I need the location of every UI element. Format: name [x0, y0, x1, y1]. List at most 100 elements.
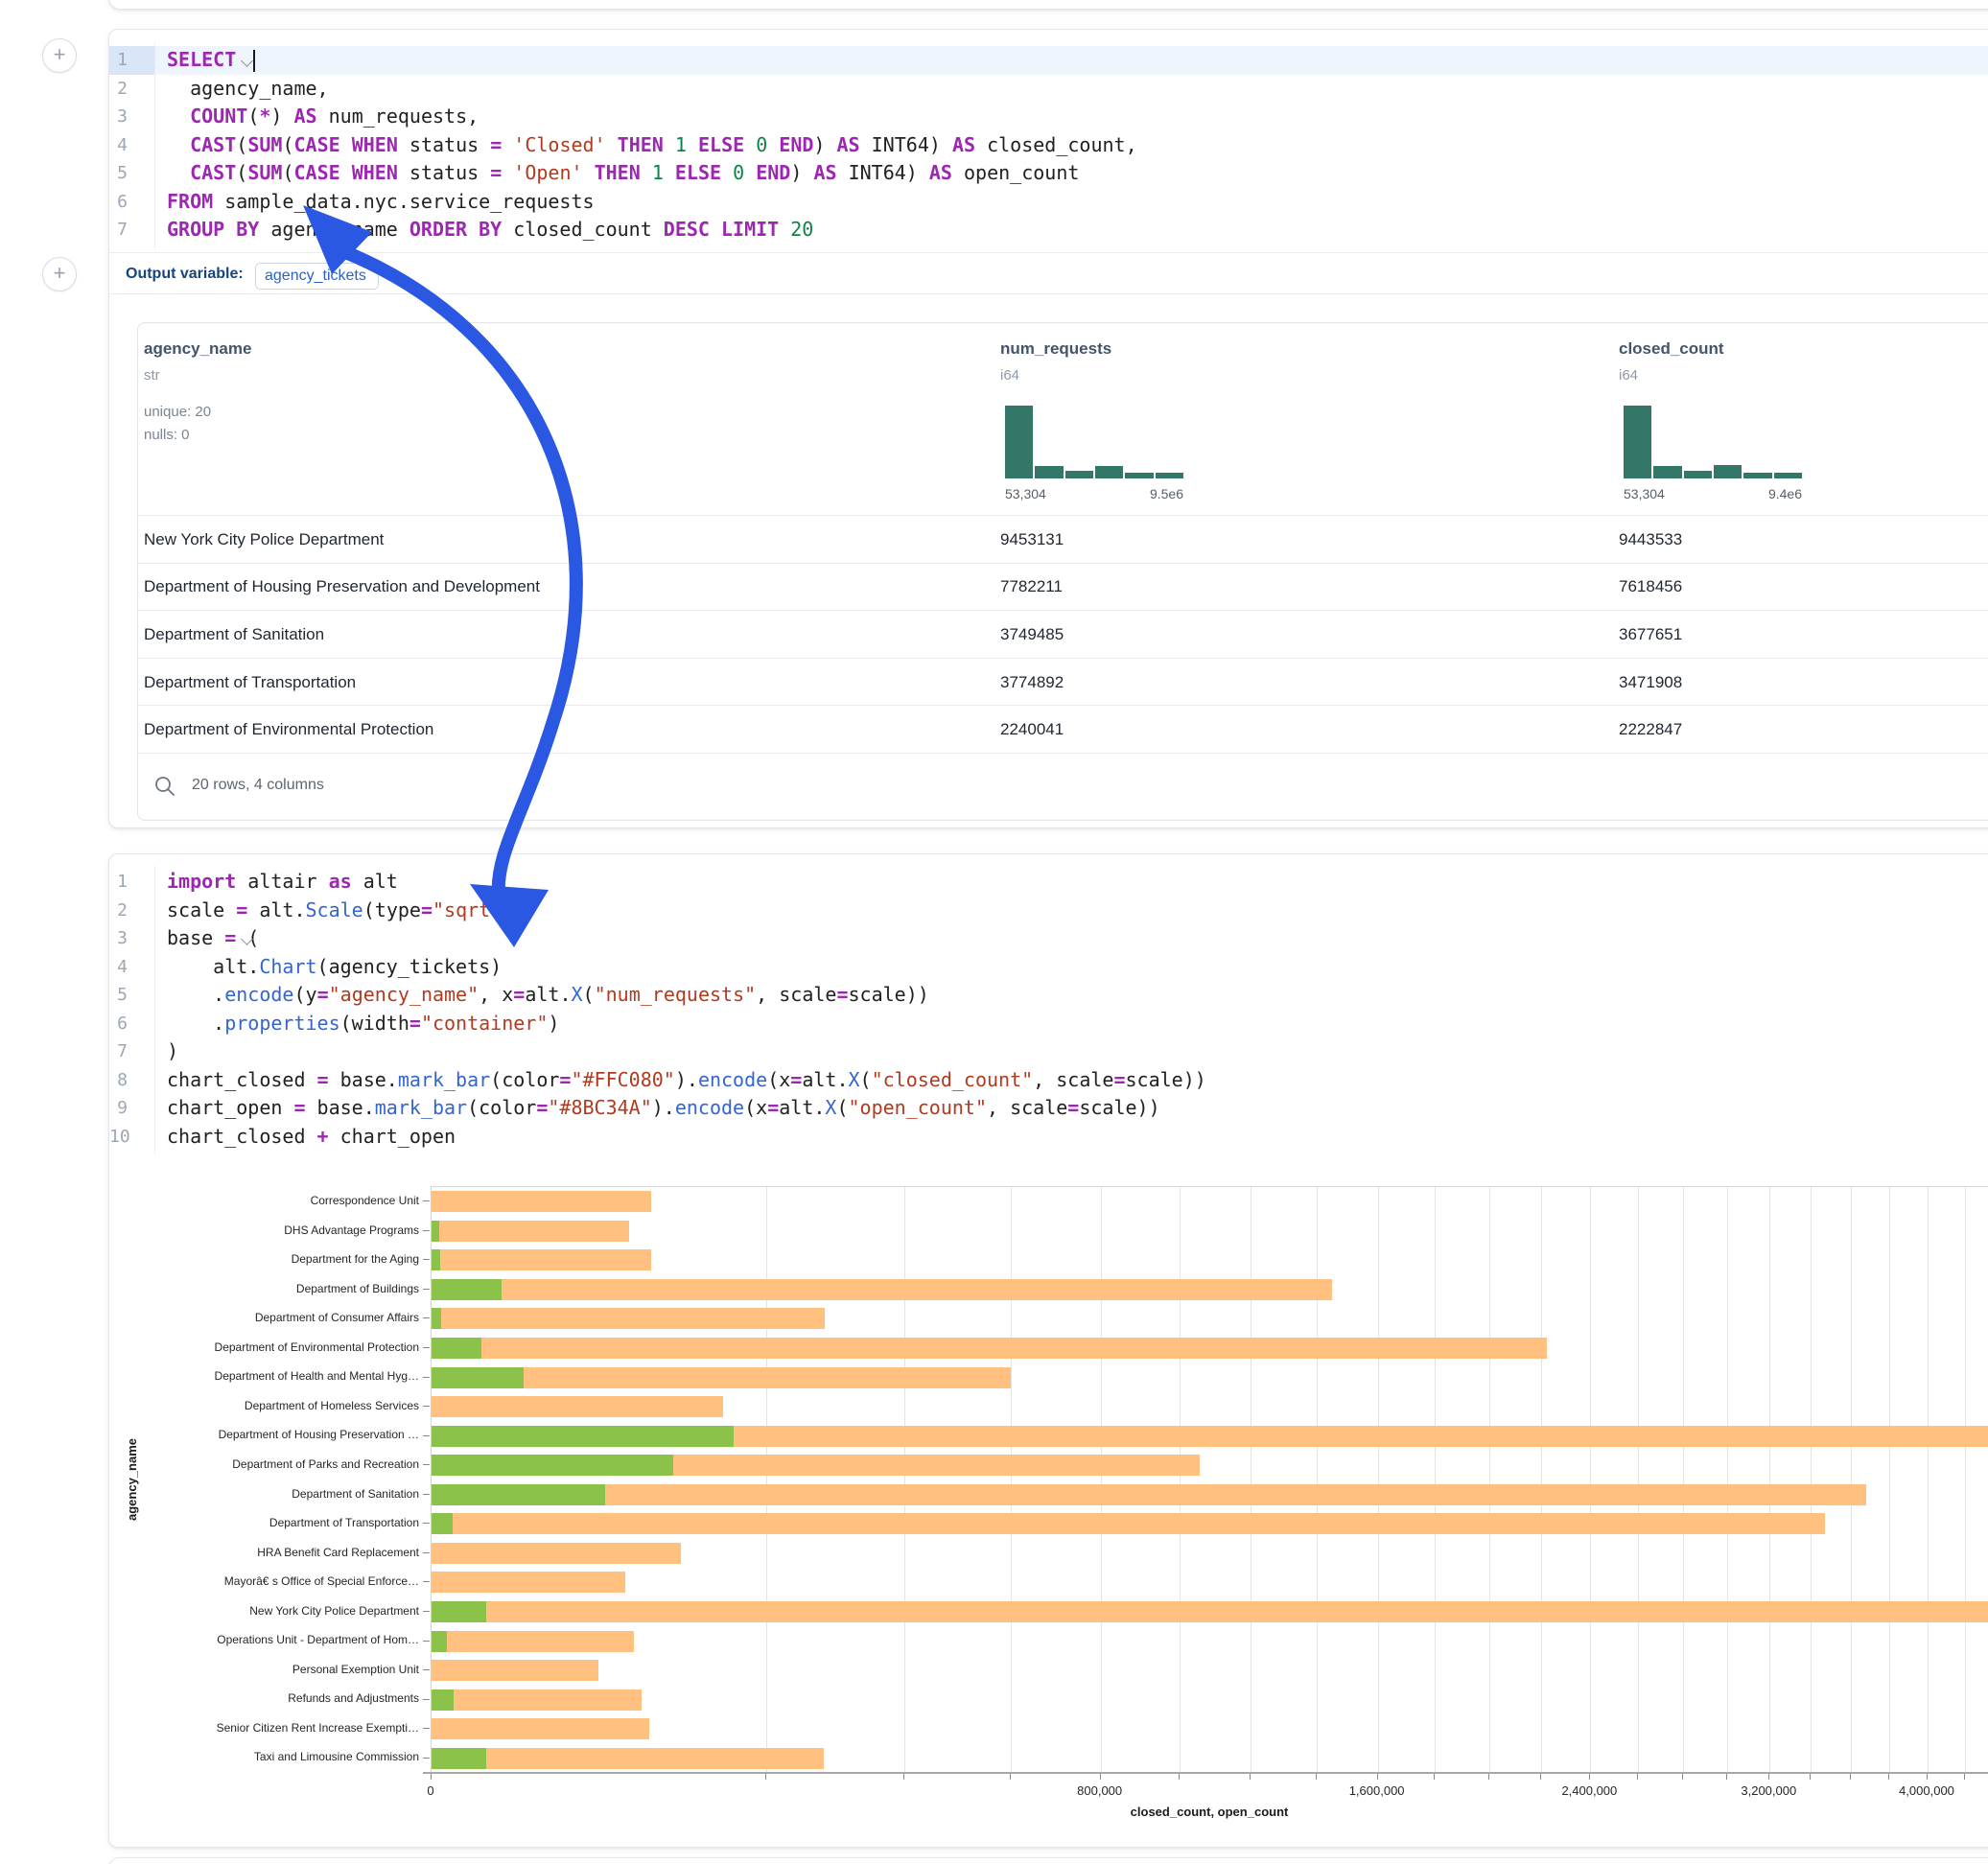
- column-header-num_requests[interactable]: num_requests: [1000, 339, 1111, 359]
- y-axis-tick: [423, 1259, 430, 1260]
- y-axis-label: Department of Health and Mental Hyg…: [93, 1362, 419, 1391]
- bar-open: [432, 1689, 454, 1711]
- table-cell: 3774892: [1000, 659, 1064, 707]
- table-row[interactable]: Department of Sanitation37494853677651: [138, 610, 1988, 659]
- table-row[interactable]: Department of Housing Preservation and D…: [138, 563, 1988, 612]
- bar-open: [432, 1308, 441, 1329]
- y-axis-label: New York City Police Department: [93, 1596, 419, 1626]
- y-axis-tick: [423, 1581, 430, 1582]
- histogram-bar: [1743, 473, 1771, 478]
- add-cell-button-top[interactable]: +: [42, 38, 77, 73]
- sql-code-editor[interactable]: 1SELECT 2 agency_name,3 COUNT(*) AS num_…: [109, 46, 1988, 245]
- bar-closed: [432, 1279, 1332, 1300]
- table-cell: Department of Transportation: [144, 659, 356, 707]
- x-axis-tick: [1850, 1774, 1851, 1780]
- column-header-agency_name[interactable]: agency_name: [144, 339, 251, 359]
- code-line[interactable]: 7GROUP BY agency_name ORDER BY closed_co…: [109, 216, 1988, 245]
- bar-closed: [432, 1601, 1988, 1622]
- x-axis-tick: [1540, 1774, 1541, 1780]
- gridline: [904, 1187, 905, 1773]
- python-code-editor[interactable]: 1import altair as alt2scale = alt.Scale(…: [109, 868, 1988, 1151]
- line-number: 1: [109, 46, 128, 75]
- gridline: [1727, 1187, 1728, 1773]
- code-line[interactable]: 2 agency_name,: [109, 75, 1988, 104]
- y-axis-tick: [423, 1699, 430, 1700]
- y-axis-label: Operations Unit - Department of Hom…: [93, 1625, 419, 1655]
- gridline: [1101, 1187, 1102, 1773]
- bar-closed: [432, 1396, 723, 1417]
- y-axis-tick: [423, 1406, 430, 1407]
- table-row[interactable]: New York City Police Department945313194…: [138, 515, 1988, 564]
- y-axis-label: DHS Advantage Programs: [93, 1216, 419, 1246]
- x-axis-tick: [1927, 1774, 1928, 1780]
- table-cell: 2240041: [1000, 706, 1064, 754]
- code-line[interactable]: 6FROM sample_data.nyc.service_requests: [109, 188, 1988, 217]
- output-variable-label: Output variable:: [126, 266, 244, 283]
- x-axis-tick-label: 1,600,000: [1349, 1783, 1405, 1798]
- table-cell: New York City Police Department: [144, 516, 384, 564]
- y-axis-tick: [423, 1552, 430, 1553]
- table-cell: 3749485: [1000, 611, 1064, 659]
- code-line[interactable]: 4 alt.Chart(agency_tickets): [109, 953, 1988, 982]
- line-number: 4: [109, 131, 128, 160]
- divider: [109, 252, 1988, 253]
- bar-closed: [432, 1748, 824, 1769]
- x-axis-tick: [765, 1774, 766, 1780]
- code-line[interactable]: 10chart_closed + chart_open: [109, 1123, 1988, 1152]
- text-cursor: [253, 50, 255, 72]
- table-cell: Department of Environmental Protection: [144, 706, 433, 754]
- y-axis-label: Taxi and Limousine Commission: [93, 1742, 419, 1772]
- line-number: 5: [109, 981, 128, 1010]
- x-axis-tick: [1179, 1774, 1180, 1780]
- bar-closed: [432, 1221, 629, 1242]
- y-axis-label: Refunds and Adjustments: [93, 1684, 419, 1713]
- histogram-range-labels: 53,3049.4e6: [1624, 486, 1802, 501]
- code-line[interactable]: 8chart_closed = base.mark_bar(color="#FF…: [109, 1066, 1988, 1095]
- bar-open: [432, 1426, 734, 1447]
- result-table: agency_namestrunique: 20nulls: 0num_requ…: [137, 322, 1988, 821]
- bar-open: [432, 1513, 453, 1534]
- table-cell: 2222847: [1619, 706, 1682, 754]
- gridline: [1811, 1187, 1812, 1773]
- code-line[interactable]: 5 .encode(y="agency_name", x=alt.X("num_…: [109, 981, 1988, 1010]
- code-line[interactable]: 7): [109, 1037, 1988, 1066]
- code-line[interactable]: 3 COUNT(*) AS num_requests,: [109, 103, 1988, 131]
- code-line[interactable]: 6 .properties(width="container"): [109, 1010, 1988, 1038]
- x-axis-tick: [903, 1774, 904, 1780]
- y-axis-tick: [423, 1494, 430, 1495]
- code-line[interactable]: 4 CAST(SUM(CASE WHEN status = 'Closed' T…: [109, 131, 1988, 160]
- output-variable-chip[interactable]: agency_tickets: [255, 263, 379, 290]
- table-footer: 20 rows, 4 columns: [138, 753, 1988, 821]
- x-axis-tick: [1250, 1774, 1251, 1780]
- code-line[interactable]: 2scale = alt.Scale(type="sqrt"): [109, 897, 1988, 925]
- bar-open: [432, 1631, 447, 1652]
- bar-open: [432, 1748, 486, 1769]
- line-number: 3: [109, 103, 128, 131]
- y-axis-tick: [423, 1289, 430, 1290]
- code-line[interactable]: 3base = (: [109, 924, 1988, 953]
- table-cell: 7618456: [1619, 564, 1682, 612]
- y-axis-label: Department for the Aging: [93, 1245, 419, 1274]
- divider: [109, 293, 1988, 294]
- table-row[interactable]: Department of Environmental Protection 22…: [138, 705, 1988, 754]
- code-line[interactable]: 1SELECT: [109, 46, 1988, 75]
- x-axis-tick: [1434, 1774, 1435, 1780]
- x-axis-line: [423, 1772, 1988, 1774]
- y-axis-tick: [423, 1435, 430, 1436]
- bar-closed: [432, 1572, 625, 1593]
- sql-cell-card: 1SELECT 2 agency_name,3 COUNT(*) AS num_…: [108, 29, 1988, 828]
- code-line[interactable]: 9chart_open = base.mark_bar(color="#8BC3…: [109, 1094, 1988, 1123]
- y-axis-label: HRA Benefit Card Replacement: [93, 1538, 419, 1568]
- code-line[interactable]: 5 CAST(SUM(CASE WHEN status = 'Open' THE…: [109, 159, 1988, 188]
- add-cell-button-output[interactable]: +: [42, 257, 77, 291]
- gridline: [766, 1187, 767, 1773]
- y-axis-tick: [423, 1669, 430, 1670]
- column-header-closed_count[interactable]: closed_count: [1619, 339, 1724, 359]
- code-line[interactable]: 1import altair as alt: [109, 868, 1988, 897]
- table-row[interactable]: Department of Transportation377489234719…: [138, 658, 1988, 707]
- bar-closed: [432, 1718, 649, 1739]
- y-axis-tick: [423, 1758, 430, 1759]
- gridline: [1638, 1187, 1639, 1773]
- chart-plot-area: [431, 1186, 1988, 1773]
- search-icon[interactable]: [153, 775, 176, 798]
